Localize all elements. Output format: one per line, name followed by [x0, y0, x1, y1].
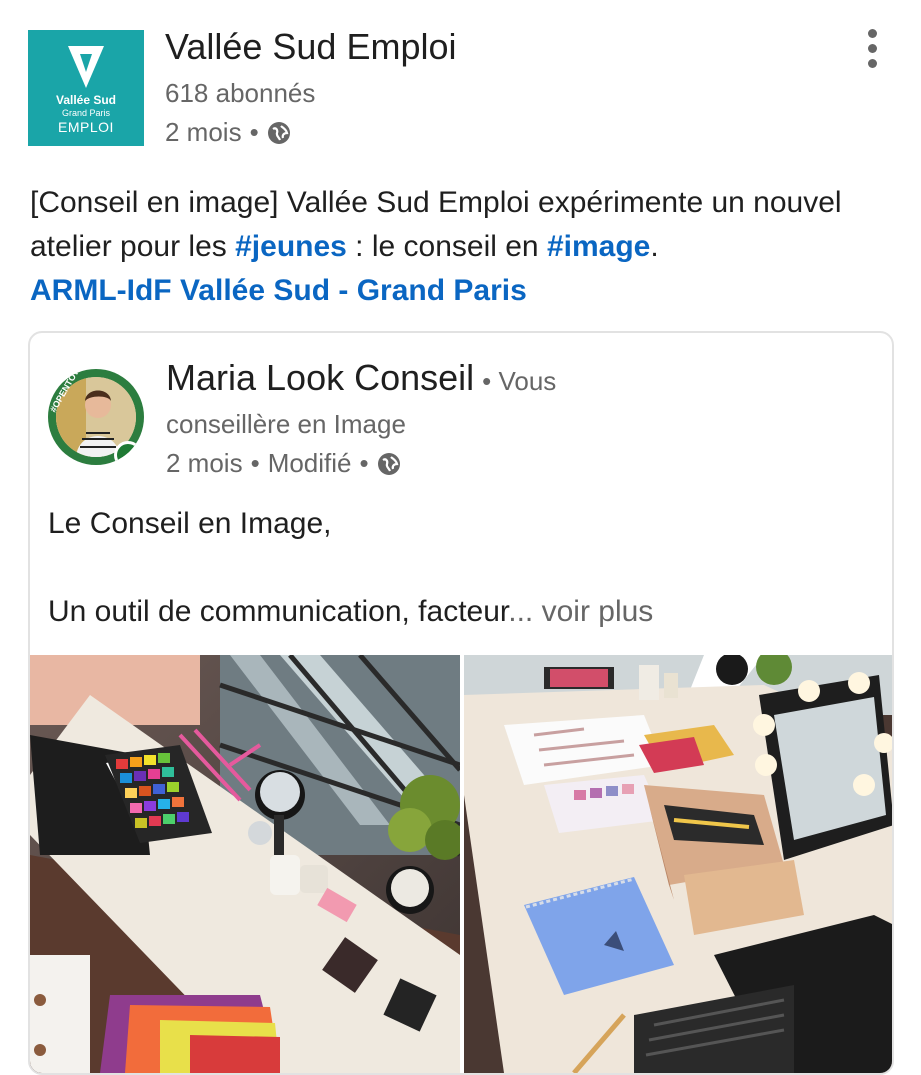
more-vertical-icon-dot	[868, 44, 877, 53]
makeup-table-photo	[30, 655, 460, 1073]
meta-separator: •	[249, 117, 259, 147]
shared-text-line1: Le Conseil en Image,	[48, 507, 332, 540]
post-header: Vallée Sud Grand Paris EMPLOI Vallée Sud…	[0, 0, 921, 160]
relation-label: • Vous	[482, 366, 557, 396]
shared-post-meta: 2 mois • Modifié •	[166, 448, 401, 479]
post-image-right[interactable]	[464, 655, 892, 1073]
hashtag-image[interactable]: #image	[547, 230, 650, 263]
ellipsis: ...	[508, 595, 534, 628]
globe-icon	[377, 452, 400, 475]
see-more-link[interactable]: voir plus	[533, 595, 654, 628]
logo-text-line1: Vallée Sud	[55, 93, 117, 107]
shared-author-name[interactable]: Maria Look Conseil	[166, 357, 474, 399]
shared-text-truncated: Un outil de communication, facteur	[48, 595, 509, 628]
globe-icon	[267, 121, 290, 144]
more-options-button[interactable]	[858, 26, 888, 70]
hashtag-jeunes[interactable]: #jeunes	[235, 230, 347, 263]
company-logo[interactable]: Vallée Sud Grand Paris EMPLOI	[28, 30, 144, 146]
edited-label: Modifié	[267, 448, 352, 478]
shared-text-line2: Un outil de communication, facteur... vo…	[48, 595, 653, 629]
logo-text-line2: Grand Paris	[61, 108, 111, 118]
shared-time: 2 mois	[166, 448, 243, 478]
shared-author-headline: conseillère en Image	[166, 409, 406, 439]
vanity-case-photo	[464, 655, 892, 1073]
post-image-left[interactable]	[30, 655, 460, 1073]
post-text-part2: : le conseil en	[346, 230, 547, 263]
meta-separator: •	[359, 448, 369, 478]
shared-author-line: Maria Look Conseil • Vous	[166, 357, 556, 399]
status-indicator	[114, 441, 142, 465]
shared-post-card[interactable]: #OPENTOWORK Maria Look Conseil • Vous co…	[28, 331, 894, 1075]
logo-v-mark	[68, 46, 104, 88]
post-body: [Conseil en image] Vallée Sud Emploi exp…	[30, 181, 890, 313]
more-vertical-icon-dot	[868, 59, 877, 68]
avatar[interactable]: #OPENTOWORK	[48, 369, 144, 465]
post-meta: 2 mois •	[165, 117, 291, 148]
logo-text-line3: EMPLOI	[58, 119, 114, 135]
mention-link[interactable]: ARML-IdF Vallée Sud - Grand Paris	[30, 274, 527, 307]
post-author-name[interactable]: Vallée Sud Emploi	[165, 26, 457, 68]
follower-count: 618 abonnés	[165, 78, 316, 108]
more-vertical-icon	[868, 29, 877, 38]
post-text-part3: .	[650, 230, 659, 263]
post-time: 2 mois	[165, 117, 242, 147]
meta-separator: •	[250, 448, 260, 478]
